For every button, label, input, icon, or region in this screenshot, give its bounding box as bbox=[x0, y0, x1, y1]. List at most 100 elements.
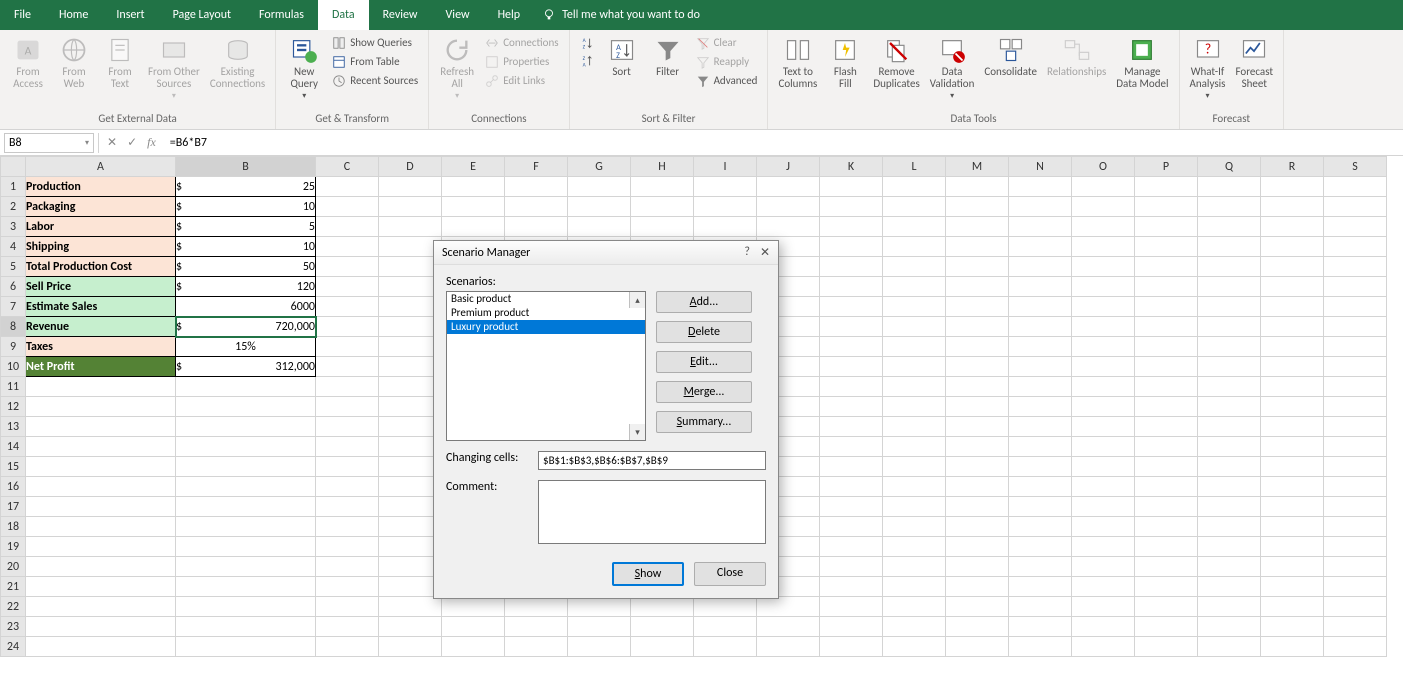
cell-N8[interactable] bbox=[1009, 317, 1072, 337]
cell-A9[interactable]: Taxes bbox=[26, 337, 176, 357]
cell-P8[interactable] bbox=[1135, 317, 1198, 337]
cell-S5[interactable] bbox=[1324, 257, 1387, 277]
cell-M3[interactable] bbox=[946, 217, 1009, 237]
cell-O17[interactable] bbox=[1072, 497, 1135, 517]
cell-C1[interactable] bbox=[316, 177, 379, 197]
cell-P11[interactable] bbox=[1135, 377, 1198, 397]
cell-E24[interactable] bbox=[442, 637, 505, 657]
cell-E22[interactable] bbox=[442, 597, 505, 617]
text-to-columns-button[interactable]: Text to Columns bbox=[776, 34, 819, 92]
cell-Q24[interactable] bbox=[1198, 637, 1261, 657]
cell-L14[interactable] bbox=[883, 437, 946, 457]
cell-A8[interactable]: Revenue bbox=[26, 317, 176, 337]
cell-K21[interactable] bbox=[820, 577, 883, 597]
cell-S16[interactable] bbox=[1324, 477, 1387, 497]
cell-C24[interactable] bbox=[316, 637, 379, 657]
cell-P14[interactable] bbox=[1135, 437, 1198, 457]
row-header-7[interactable]: 7 bbox=[1, 297, 26, 317]
column-header-C[interactable]: C bbox=[316, 157, 379, 177]
cell-S18[interactable] bbox=[1324, 517, 1387, 537]
cell-N14[interactable] bbox=[1009, 437, 1072, 457]
cell-O14[interactable] bbox=[1072, 437, 1135, 457]
cell-O7[interactable] bbox=[1072, 297, 1135, 317]
cell-J22[interactable] bbox=[757, 597, 820, 617]
flash-fill-button[interactable]: Flash Fill bbox=[825, 34, 865, 92]
cell-C16[interactable] bbox=[316, 477, 379, 497]
cell-P12[interactable] bbox=[1135, 397, 1198, 417]
cell-K5[interactable] bbox=[820, 257, 883, 277]
cell-L15[interactable] bbox=[883, 457, 946, 477]
cell-B2[interactable]: $10 bbox=[176, 197, 316, 217]
row-header-6[interactable]: 6 bbox=[1, 277, 26, 297]
cell-N11[interactable] bbox=[1009, 377, 1072, 397]
cell-A19[interactable] bbox=[26, 537, 176, 557]
cell-M15[interactable] bbox=[946, 457, 1009, 477]
column-header-J[interactable]: J bbox=[757, 157, 820, 177]
cell-H24[interactable] bbox=[631, 637, 694, 657]
cell-K7[interactable] bbox=[820, 297, 883, 317]
cell-S9[interactable] bbox=[1324, 337, 1387, 357]
cell-S21[interactable] bbox=[1324, 577, 1387, 597]
cell-O2[interactable] bbox=[1072, 197, 1135, 217]
cell-M5[interactable] bbox=[946, 257, 1009, 277]
cell-N17[interactable] bbox=[1009, 497, 1072, 517]
cell-Q3[interactable] bbox=[1198, 217, 1261, 237]
cell-L17[interactable] bbox=[883, 497, 946, 517]
cell-J2[interactable] bbox=[757, 197, 820, 217]
cell-B17[interactable] bbox=[176, 497, 316, 517]
cell-R18[interactable] bbox=[1261, 517, 1324, 537]
cell-M8[interactable] bbox=[946, 317, 1009, 337]
cell-B18[interactable] bbox=[176, 517, 316, 537]
cell-L5[interactable] bbox=[883, 257, 946, 277]
select-all-corner[interactable] bbox=[1, 157, 26, 177]
forecast-sheet-button[interactable]: Forecast Sheet bbox=[1234, 34, 1276, 92]
cell-C7[interactable] bbox=[316, 297, 379, 317]
cell-O6[interactable] bbox=[1072, 277, 1135, 297]
cell-P2[interactable] bbox=[1135, 197, 1198, 217]
scroll-down-icon[interactable]: ▾ bbox=[629, 424, 645, 440]
cell-S1[interactable] bbox=[1324, 177, 1387, 197]
cell-L10[interactable] bbox=[883, 357, 946, 377]
column-header-K[interactable]: K bbox=[820, 157, 883, 177]
cell-M21[interactable] bbox=[946, 577, 1009, 597]
cell-C14[interactable] bbox=[316, 437, 379, 457]
cell-A20[interactable] bbox=[26, 557, 176, 577]
cell-Q17[interactable] bbox=[1198, 497, 1261, 517]
cell-J3[interactable] bbox=[757, 217, 820, 237]
cell-A12[interactable] bbox=[26, 397, 176, 417]
cell-M11[interactable] bbox=[946, 377, 1009, 397]
cell-I3[interactable] bbox=[694, 217, 757, 237]
row-header-8[interactable]: 8 bbox=[1, 317, 26, 337]
scenarios-listbox[interactable]: ▴ Basic productPremium productLuxury pro… bbox=[446, 291, 646, 441]
column-header-G[interactable]: G bbox=[568, 157, 631, 177]
cell-B14[interactable] bbox=[176, 437, 316, 457]
sort-za-button[interactable]: ZA bbox=[578, 52, 596, 70]
cell-M24[interactable] bbox=[946, 637, 1009, 657]
cell-N1[interactable] bbox=[1009, 177, 1072, 197]
cell-C4[interactable] bbox=[316, 237, 379, 257]
cell-K1[interactable] bbox=[820, 177, 883, 197]
changing-cells-input[interactable]: $B$1:$B$3,$B$6:$B$7,$B$9 bbox=[538, 451, 766, 470]
cell-N21[interactable] bbox=[1009, 577, 1072, 597]
from-access-button[interactable]: AFrom Access bbox=[8, 34, 48, 92]
tab-formulas[interactable]: Formulas bbox=[245, 0, 318, 30]
cell-B7[interactable]: 6000 bbox=[176, 297, 316, 317]
cell-O3[interactable] bbox=[1072, 217, 1135, 237]
column-header-H[interactable]: H bbox=[631, 157, 694, 177]
cell-B10[interactable]: $312,000 bbox=[176, 357, 316, 377]
cell-P5[interactable] bbox=[1135, 257, 1198, 277]
cell-S8[interactable] bbox=[1324, 317, 1387, 337]
cell-L8[interactable] bbox=[883, 317, 946, 337]
cell-M7[interactable] bbox=[946, 297, 1009, 317]
cell-A22[interactable] bbox=[26, 597, 176, 617]
refresh-all-button[interactable]: Refresh All▾ bbox=[437, 34, 477, 103]
cell-B16[interactable] bbox=[176, 477, 316, 497]
cell-I24[interactable] bbox=[694, 637, 757, 657]
cell-A14[interactable] bbox=[26, 437, 176, 457]
row-header-14[interactable]: 14 bbox=[1, 437, 26, 457]
cell-A13[interactable] bbox=[26, 417, 176, 437]
cell-C3[interactable] bbox=[316, 217, 379, 237]
cell-Q2[interactable] bbox=[1198, 197, 1261, 217]
cell-S17[interactable] bbox=[1324, 497, 1387, 517]
cell-C21[interactable] bbox=[316, 577, 379, 597]
